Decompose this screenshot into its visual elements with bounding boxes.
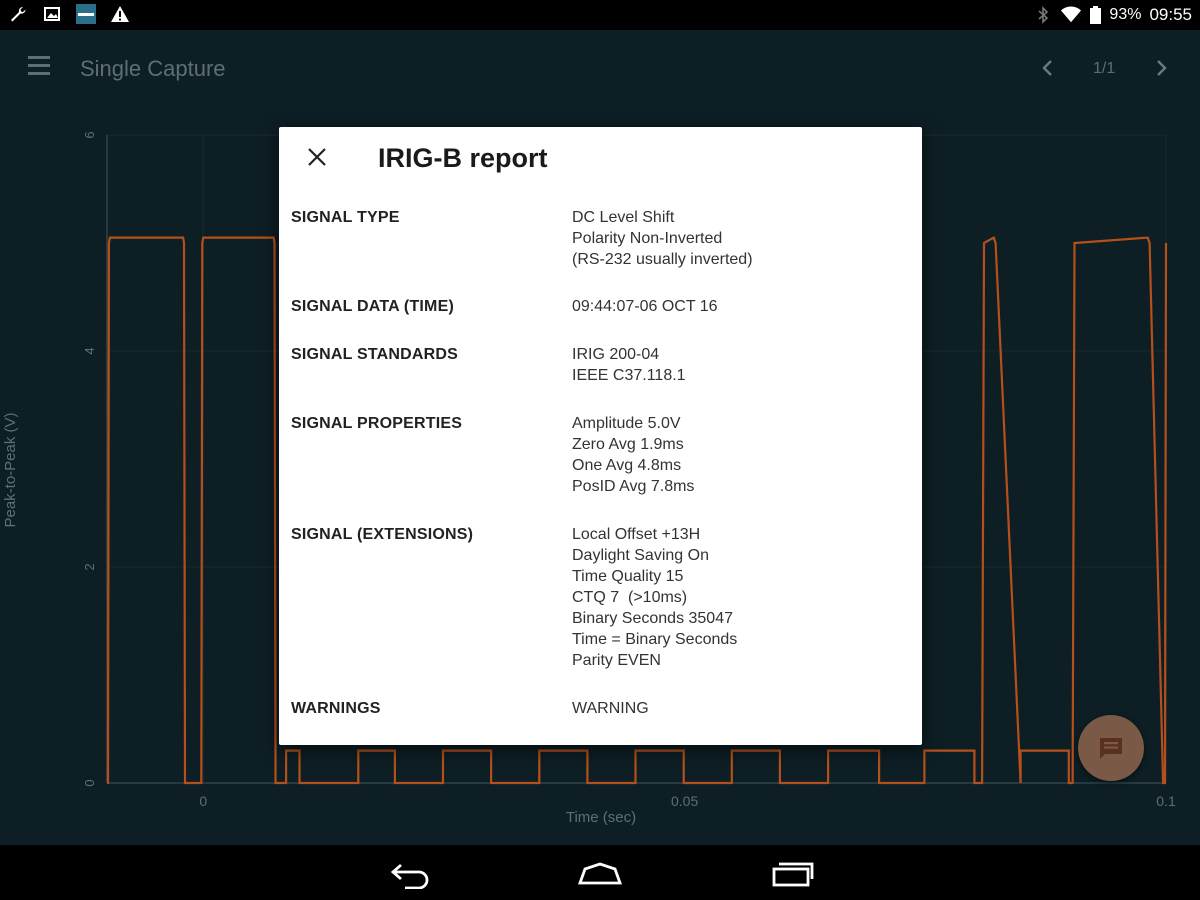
report-table: SIGNAL TYPE DC Level Shift Polarity Non-In… bbox=[291, 207, 911, 719]
x-tick-label: 0 bbox=[199, 793, 207, 809]
report-value-line: Zero Avg 1.9ms bbox=[572, 436, 684, 453]
back-icon bbox=[390, 863, 429, 890]
report-value-line: IRIG 200-04 bbox=[572, 346, 660, 363]
x-tick-label: 0.1 bbox=[1156, 793, 1176, 809]
report-label: SIGNAL TYPE bbox=[291, 209, 400, 226]
comment-icon bbox=[1100, 738, 1122, 759]
report-row: WARNINGS WARNING bbox=[291, 698, 911, 719]
report-label: SIGNAL (EXTENSIONS) bbox=[291, 526, 474, 543]
y-axis-label: Peak-to-Peak (V) bbox=[2, 412, 19, 527]
report-value-line: WARNING bbox=[572, 700, 649, 717]
report-values: WARNING bbox=[572, 698, 649, 719]
report-value-line: (RS-232 usually inverted) bbox=[572, 251, 753, 268]
report-value-line: PosID Avg 7.8ms bbox=[572, 478, 695, 495]
report-row: SIGNAL (EXTENSIONS) Local Offset +13H Dayl… bbox=[291, 524, 911, 671]
close-button[interactable] bbox=[303, 145, 331, 173]
report-values: Local Offset +13H Daylight Saving On Time … bbox=[572, 524, 737, 671]
report-row: SIGNAL DATA (TIME) 09:44:07-06 OCT 16 bbox=[291, 296, 911, 317]
report-row: SIGNAL TYPE DC Level Shift Polarity Non-In… bbox=[291, 207, 911, 270]
x-tick-label: 0.05 bbox=[671, 793, 698, 809]
report-value-line: Time Quality 15 bbox=[572, 568, 684, 585]
report-value-line: One Avg 4.8ms bbox=[572, 457, 682, 474]
report-value-line: Polarity Non-Inverted bbox=[572, 230, 723, 247]
report-value-line: Amplitude 5.0V bbox=[572, 415, 681, 432]
report-values: DC Level Shift Polarity Non-Inverted (RS-2… bbox=[572, 207, 753, 270]
y-tick-label: 4 bbox=[82, 347, 97, 354]
recents-icon bbox=[772, 862, 814, 887]
y-tick-label: 0 bbox=[82, 779, 97, 786]
home-icon bbox=[578, 862, 622, 885]
report-value-line: Daylight Saving On bbox=[572, 547, 709, 564]
report-row: SIGNAL STANDARDS IRIG 200-04 IEEE C37.118.… bbox=[291, 344, 911, 386]
close-icon bbox=[308, 148, 326, 166]
irig-b-report-dialog: IRIG-B report SIGNAL TYPE DC Level Shift P… bbox=[279, 127, 922, 745]
report-values: Amplitude 5.0V Zero Avg 1.9ms One Avg 4.8m… bbox=[572, 413, 694, 497]
report-value-line: Local Offset +13H bbox=[572, 526, 701, 543]
report-row: SIGNAL PROPERTIES Amplitude 5.0V Zero Avg … bbox=[291, 413, 911, 497]
y-tick-label: 6 bbox=[82, 131, 97, 138]
report-value-line: IEEE C37.118.1 bbox=[572, 367, 686, 384]
report-value-line: 09:44:07-06 OCT 16 bbox=[572, 298, 718, 315]
report-label: SIGNAL DATA (TIME) bbox=[291, 298, 454, 315]
system-navigation-bar bbox=[0, 845, 1200, 900]
report-value-line: DC Level Shift bbox=[572, 209, 675, 226]
report-value-line: Parity EVEN bbox=[572, 652, 661, 669]
report-value-line: Binary Seconds 35047 bbox=[572, 610, 733, 627]
report-values: 09:44:07-06 OCT 16 bbox=[572, 296, 718, 317]
back-button[interactable] bbox=[385, 857, 435, 890]
home-button[interactable] bbox=[575, 857, 625, 889]
comment-button[interactable] bbox=[1078, 715, 1144, 781]
y-tick-label: 2 bbox=[82, 563, 97, 570]
report-value-line: Time = Binary Seconds bbox=[572, 631, 738, 648]
report-values: IRIG 200-04 IEEE C37.118.1 bbox=[572, 344, 686, 386]
recents-button[interactable] bbox=[768, 857, 818, 889]
report-value-line: CTQ 7 (>10ms) bbox=[572, 589, 688, 606]
report-label: SIGNAL STANDARDS bbox=[291, 346, 459, 363]
dialog-title: IRIG-B report bbox=[378, 143, 548, 173]
x-axis-label: Time (sec) bbox=[566, 809, 636, 826]
report-label: WARNINGS bbox=[291, 700, 381, 717]
report-label: SIGNAL PROPERTIES bbox=[291, 415, 463, 432]
